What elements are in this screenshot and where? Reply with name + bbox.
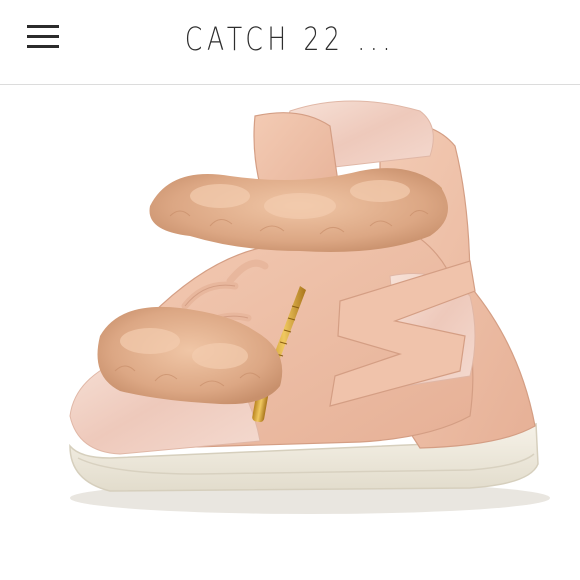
- product-photo[interactable]: [0, 86, 580, 580]
- page-title: CATCH 22 ...: [184, 20, 396, 58]
- menu-icon-line: [27, 25, 59, 28]
- menu-icon-line: [27, 35, 59, 38]
- menu-icon[interactable]: [27, 25, 59, 51]
- sneaker-image: [69, 100, 550, 514]
- menu-icon-line: [27, 45, 59, 48]
- top-bar: CATCH 22 ...: [0, 0, 580, 85]
